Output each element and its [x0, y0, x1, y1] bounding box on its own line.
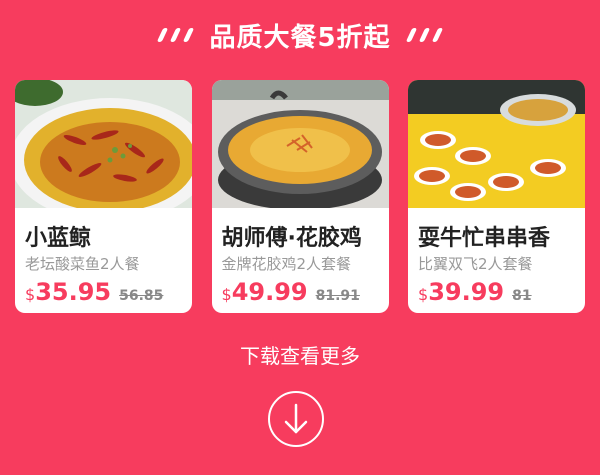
currency-symbol: $ [25, 285, 36, 304]
sale-price: 49.99 [231, 278, 308, 306]
currency-symbol: $ [418, 285, 429, 304]
currency-symbol: $ [221, 285, 232, 304]
decorative-slashes-left [157, 28, 195, 42]
decorative-slashes-right [405, 28, 443, 42]
restaurant-name: 小蓝鲸 [25, 226, 92, 251]
sale-price: 35.95 [35, 278, 112, 306]
restaurant-name: 胡师傅·花胶鸡 [221, 226, 362, 251]
deal-description: 比翼双飞2人套餐 [418, 255, 533, 273]
banner-title: 品质大餐5折起 [209, 22, 391, 53]
dish-image-fish [15, 80, 192, 208]
down-arrow-circle-icon[interactable] [268, 391, 324, 447]
sale-price: 39.99 [428, 278, 505, 306]
original-price: 81 [512, 288, 532, 304]
deal-card[interactable]: 耍牛忙串串香 比翼双飞2人套餐 $ 39.99 81 [408, 80, 585, 313]
download-more-link[interactable]: 下载查看更多 [0, 340, 600, 369]
price-row: $ 35.95 56.85 [25, 278, 163, 306]
original-price: 81.91 [315, 288, 360, 304]
deal-description: 金牌花胶鸡2人套餐 [221, 255, 352, 273]
dish-image-hotpot [211, 80, 389, 208]
deal-card[interactable]: 胡师傅·花胶鸡 金牌花胶鸡2人套餐 $ 49.99 81.91 [211, 80, 389, 313]
original-price: 56.85 [119, 288, 164, 304]
price-row: $ 39.99 81 [418, 278, 532, 306]
deal-card[interactable]: 小蓝鲸 老坛酸菜鱼2人餐 $ 35.95 56.85 [15, 80, 192, 313]
deal-cards: 小蓝鲸 老坛酸菜鱼2人餐 $ 35.95 56.85 胡师傅·花胶鸡 金牌花胶鸡… [15, 80, 585, 313]
restaurant-name: 耍牛忙串串香 [418, 226, 551, 251]
promo-banner: 品质大餐5折起 [0, 0, 600, 70]
deal-description: 老坛酸菜鱼2人餐 [25, 255, 140, 273]
price-row: $ 49.99 81.91 [222, 278, 360, 306]
dish-image-skewers [408, 80, 585, 208]
